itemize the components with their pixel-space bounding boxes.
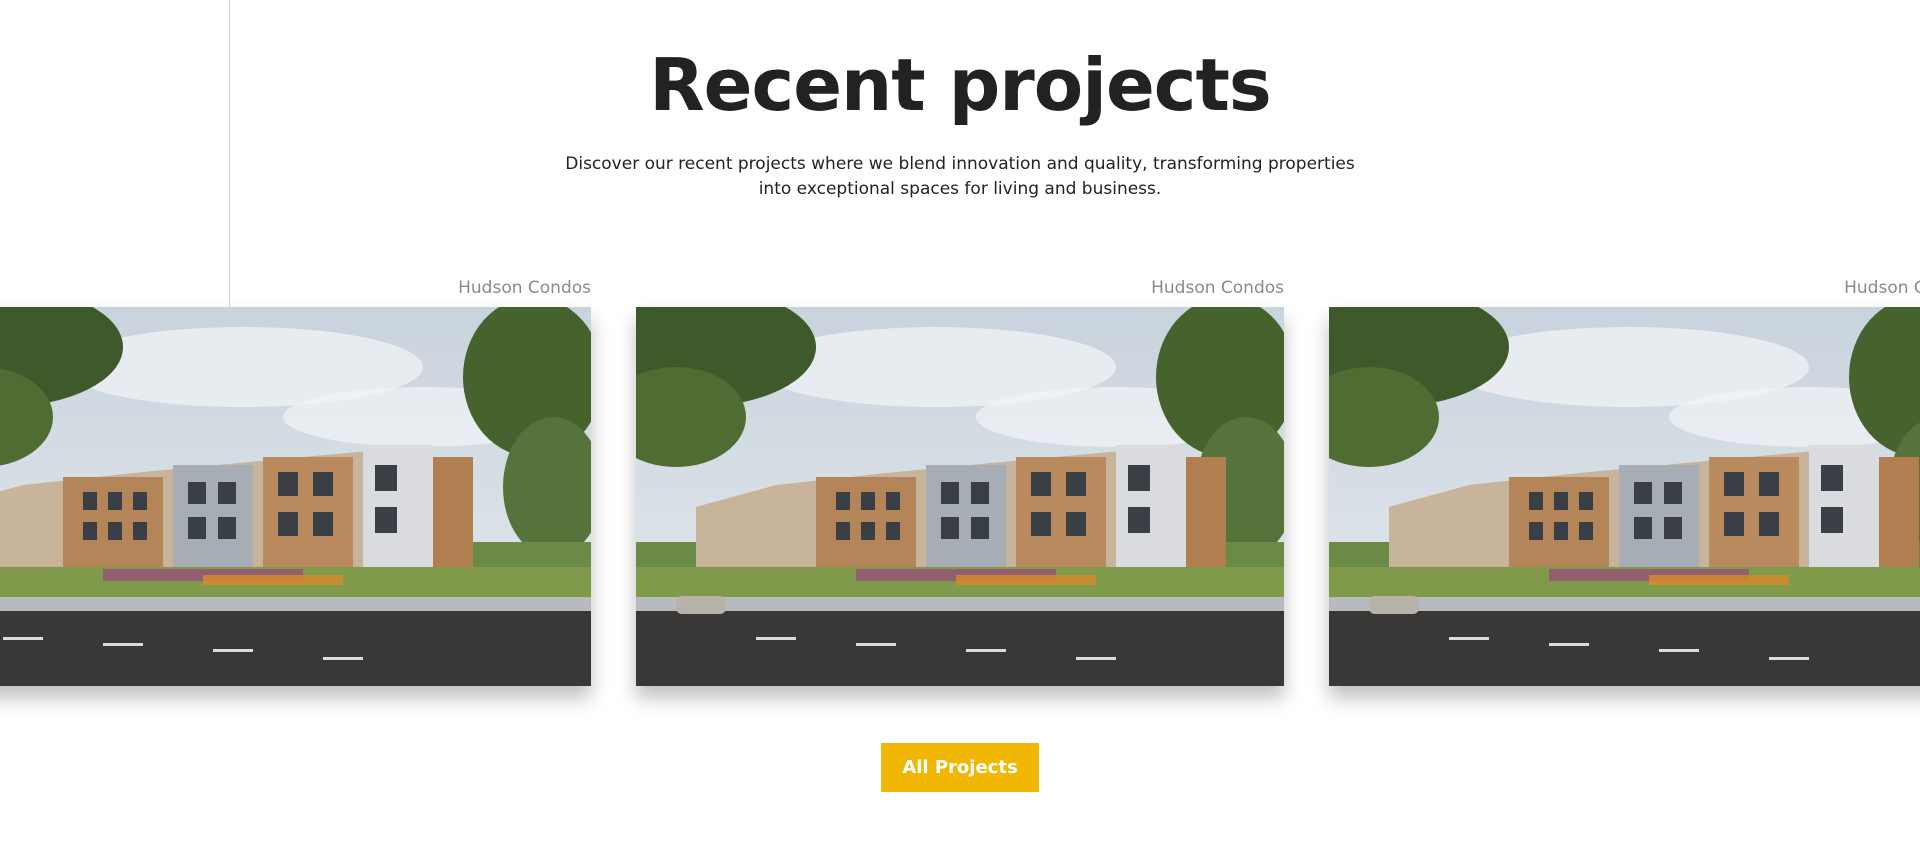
condo-building-photo <box>0 307 591 686</box>
project-name: Hudson Condos <box>1844 278 1920 298</box>
condo-building-photo <box>1329 307 1920 686</box>
section-description: Discover our recent projects where we bl… <box>565 154 1355 199</box>
project-image[interactable] <box>636 307 1284 686</box>
section-title: Recent projects <box>649 43 1272 127</box>
project-name: Hudson Condos <box>1151 278 1284 298</box>
project-image[interactable] <box>0 307 591 686</box>
all-projects-button[interactable]: All Projects <box>881 743 1039 792</box>
project-image[interactable] <box>1329 307 1920 686</box>
project-name: Hudson Condos <box>458 278 591 298</box>
condo-building-photo <box>636 307 1284 686</box>
recent-projects-section: Recent projects Discover our recent proj… <box>0 0 1920 864</box>
